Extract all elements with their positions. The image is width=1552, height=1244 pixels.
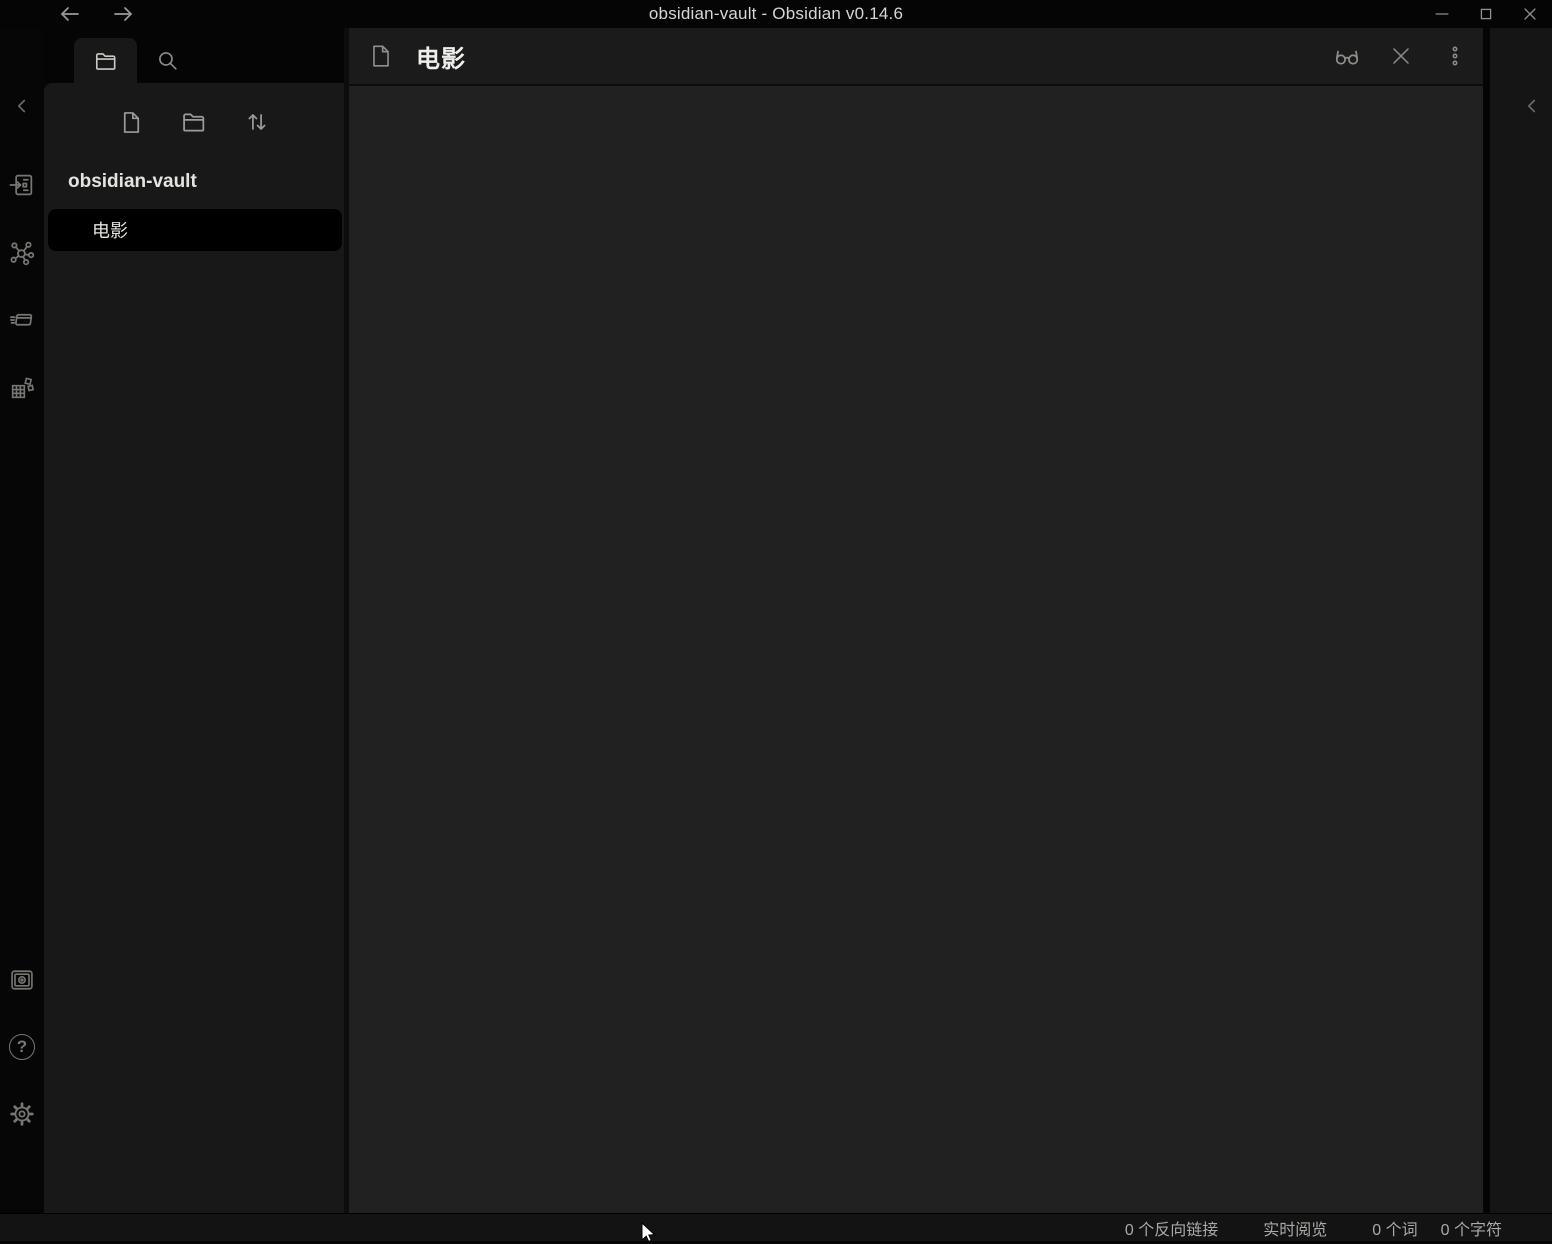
random-note-button[interactable]: [6, 372, 38, 404]
window-controls: [1420, 0, 1552, 28]
right-sidebar-collapsed: [1490, 28, 1552, 1213]
maximize-button[interactable]: [1464, 0, 1508, 28]
sort-icon: [243, 108, 271, 136]
close-window-button[interactable]: [1508, 0, 1552, 28]
graph-view-button[interactable]: [6, 237, 38, 269]
close-icon: [1389, 44, 1413, 68]
chevron-left-icon: [1521, 95, 1543, 117]
close-icon: [1520, 4, 1540, 24]
folder-icon: [93, 48, 119, 74]
command-palette-button[interactable]: [6, 304, 38, 336]
sidebar-tab-bar: [44, 28, 344, 83]
command-palette-icon: [8, 306, 36, 334]
statusbar: 0 个反向链接 实时阅览 0 个词 0 个字符: [0, 1213, 1552, 1241]
help-icon: ?: [9, 1034, 35, 1060]
status-edit-mode[interactable]: 实时阅览: [1263, 1216, 1327, 1240]
maximize-icon: [1476, 4, 1496, 24]
vault-icon: [8, 966, 36, 994]
help-glyph: ?: [17, 1037, 27, 1057]
titlebar: obsidian-vault - Obsidian v0.14.6: [0, 0, 1552, 28]
new-note-button[interactable]: [108, 99, 154, 145]
status-word-count: 0 个词: [1372, 1216, 1417, 1240]
editor-pane: 电影: [349, 28, 1483, 1213]
vault-name[interactable]: obsidian-vault: [44, 171, 344, 193]
expand-right-sidebar-button[interactable]: [1516, 90, 1548, 122]
tab-file-explorer[interactable]: [74, 38, 137, 83]
quick-switcher-icon: [8, 171, 36, 199]
right-sidebar-divider: [1483, 28, 1490, 1213]
search-icon: [155, 48, 180, 73]
chevron-left-icon: [11, 95, 33, 117]
pane-actions: [1333, 42, 1469, 70]
file-item-label: 电影: [92, 217, 128, 243]
new-folder-button[interactable]: [171, 99, 217, 145]
editor-content[interactable]: [349, 86, 1483, 1213]
help-button[interactable]: ?: [6, 1031, 38, 1063]
file-explorer-panel: obsidian-vault 电影: [44, 83, 344, 1213]
minimize-icon: [1432, 4, 1452, 24]
sort-order-button[interactable]: [234, 99, 280, 145]
new-folder-icon: [180, 108, 208, 136]
gear-icon: [8, 1100, 36, 1128]
explorer-actions: [44, 99, 344, 145]
more-options-button[interactable]: [1441, 42, 1469, 70]
status-char-count: 0 个字符: [1441, 1216, 1502, 1240]
left-sidebar: obsidian-vault 电影: [44, 28, 344, 1213]
minimize-button[interactable]: [1420, 0, 1464, 28]
window-title: obsidian-vault - Obsidian v0.14.6: [0, 0, 1552, 28]
collapse-left-sidebar-button[interactable]: [6, 90, 38, 122]
quick-switcher-button[interactable]: [6, 169, 38, 201]
left-ribbon: ?: [0, 28, 44, 1213]
random-note-icon: [8, 374, 36, 402]
file-item-selected[interactable]: 电影: [48, 209, 342, 251]
settings-button[interactable]: [6, 1098, 38, 1130]
dots-vertical-icon: [1443, 44, 1467, 68]
document-icon: [368, 43, 394, 69]
vault-switcher-button[interactable]: [6, 964, 38, 996]
glasses-icon: [1333, 42, 1361, 70]
reading-view-button[interactable]: [1333, 42, 1361, 70]
app-content: ?: [0, 28, 1552, 1213]
note-title: 电影: [416, 39, 466, 74]
graph-view-icon: [8, 239, 36, 267]
tab-search[interactable]: [137, 38, 197, 83]
status-backlinks[interactable]: 0 个反向链接: [1125, 1216, 1218, 1240]
editor-pane-header: 电影: [349, 28, 1483, 86]
new-note-icon: [118, 109, 145, 136]
close-pane-button[interactable]: [1387, 42, 1415, 70]
